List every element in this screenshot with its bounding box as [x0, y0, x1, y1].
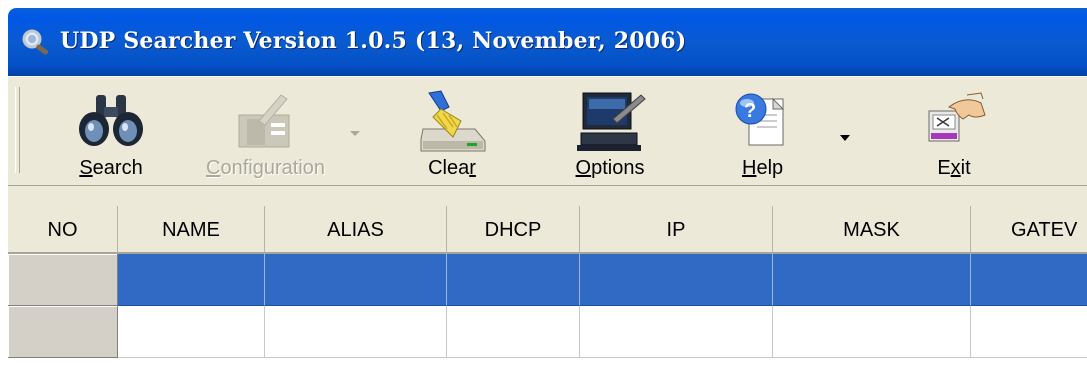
configuration-mnemonic: C [206, 157, 221, 179]
search-label: Search [79, 157, 143, 179]
help-label: Help [742, 157, 784, 179]
main-window: UDP Searcher Version 1.0.5 (13, November… [8, 8, 1087, 365]
cell-mask[interactable] [773, 254, 971, 306]
broom-drive-icon [420, 90, 486, 152]
cell-mask[interactable] [773, 306, 971, 358]
exit-label: Exit [937, 157, 971, 179]
cell-ip[interactable] [580, 306, 773, 358]
computer-options-icon [577, 92, 646, 151]
help-icon: ? [735, 93, 785, 146]
title-bar[interactable]: UDP Searcher Version 1.0.5 (13, November… [8, 8, 1087, 76]
cell-gateway[interactable] [971, 306, 1087, 358]
configuration-label: Configuration [206, 157, 325, 179]
column-header-name[interactable]: NAME [118, 206, 265, 254]
exit-mnemonic: x [950, 157, 961, 179]
column-header-mask[interactable]: MASK [773, 206, 971, 254]
configuration-button[interactable]: Configuration [194, 85, 360, 181]
column-header-alias[interactable]: ALIAS [265, 206, 447, 254]
column-header-dhcp[interactable]: DHCP [447, 206, 580, 254]
clear-label: Clear [428, 157, 476, 179]
binoculars-icon [79, 95, 143, 146]
row-header[interactable] [8, 254, 118, 306]
device-grid: NO NAME ALIAS DHCP IP MASK GATEV [8, 206, 1087, 365]
column-header-ip[interactable]: IP [580, 206, 773, 254]
help-button[interactable]: ? Help [716, 85, 850, 181]
cell-dhcp[interactable] [447, 306, 580, 358]
help-dropdown-arrow[interactable] [840, 135, 850, 141]
column-header-no[interactable]: NO [8, 206, 118, 254]
magnifier-app-icon [22, 29, 49, 55]
help-mnemonic: H [742, 157, 757, 179]
cell-gateway[interactable] [971, 254, 1087, 306]
cell-name[interactable] [118, 306, 265, 358]
exit-hand-icon [928, 92, 986, 142]
row-header[interactable] [8, 306, 118, 358]
cell-alias[interactable] [265, 306, 447, 358]
search-mnemonic: S [79, 157, 93, 179]
options-label: Options [575, 157, 645, 179]
cell-dhcp[interactable] [447, 254, 580, 306]
clear-button[interactable]: Clear [402, 85, 502, 181]
options-mnemonic: O [575, 157, 592, 179]
exit-button[interactable]: Exit [904, 85, 1004, 181]
column-header-gateway[interactable]: GATEV [971, 206, 1087, 254]
svg-text:?: ? [744, 100, 756, 122]
configuration-dropdown-arrow[interactable] [350, 131, 360, 136]
clear-mnemonic: r [469, 157, 476, 179]
toolbar-grip[interactable] [15, 87, 20, 173]
window-title: UDP Searcher Version 1.0.5 (13, November… [60, 28, 687, 54]
options-button[interactable]: Options [560, 85, 660, 181]
cell-alias[interactable] [265, 254, 447, 306]
configuration-icon [238, 94, 290, 148]
grid-top-margin [8, 188, 1087, 206]
toolbar: Search Configuration Clear Options ? Hel… [8, 76, 1087, 190]
cell-name[interactable] [118, 254, 265, 306]
search-button[interactable]: Search [56, 85, 166, 181]
cell-ip[interactable] [580, 254, 773, 306]
